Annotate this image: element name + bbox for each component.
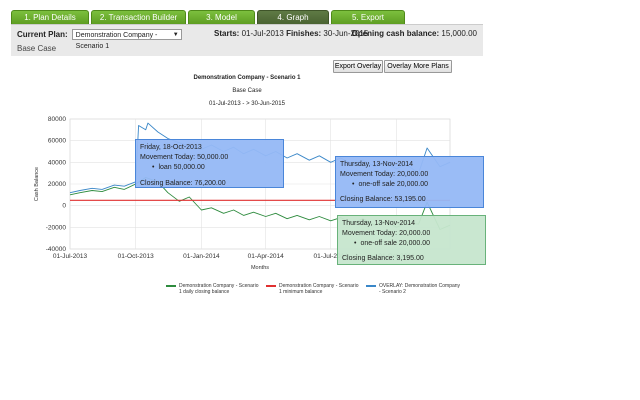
chart-title: Demonstration Company - Scenario 1 (193, 75, 301, 81)
chart-subtitle: Base Case (232, 88, 262, 94)
y-tick-label: 60000 (48, 138, 66, 145)
finishes-label: Finishes: (286, 29, 322, 38)
legend-swatch (366, 285, 376, 287)
tooltip-movement: Movement Today: 20,000.00 (340, 171, 429, 178)
opening-balance-label: Opening cash balance: (351, 29, 440, 38)
tooltip-scenario1-nov: Thursday, 13-Nov-2014 Movement Today: 20… (337, 215, 486, 265)
base-case-label: Base Case (17, 44, 57, 53)
tooltip-scenario2-nov: Thursday, 13-Nov-2014 Movement Today: 20… (335, 156, 484, 208)
x-tick-label: 01-Oct-2013 (118, 253, 155, 260)
tab-model[interactable]: 3. Model (188, 10, 255, 25)
x-tick-label: 01-Apr-2014 (248, 253, 285, 260)
legend-item-overlay: OVERLAY: Demonstration Company - Scenari… (366, 283, 460, 295)
chart-date-range: 01-Jul-2013 - > 30-Jun-2015 (209, 101, 285, 107)
tooltip-item: loan 50,000.00 (140, 163, 279, 173)
opening-balance-value: 15,000.00 (441, 29, 477, 38)
chevron-down-icon: ▼ (172, 32, 179, 38)
tooltip-date: Thursday, 13-Nov-2014 (340, 161, 414, 168)
current-plan-select[interactable]: Demonstration Company - Scenario 1 ▼ (71, 29, 182, 50)
legend-line2: 1 daily closing balance (179, 289, 230, 295)
plan-info-bar: Current Plan: Demonstration Company - Sc… (11, 24, 483, 56)
tooltip-item: one-off sale 20,000.00 (342, 239, 481, 249)
current-plan-value: Demonstration Company - Scenario 1 (75, 32, 158, 50)
tooltip-movement: Movement Today: 50,000.00 (140, 154, 229, 161)
tooltip-movement: Movement Today: 20,000.00 (342, 230, 431, 237)
y-tick-label: -40000 (46, 246, 67, 253)
y-tick-label: 20000 (48, 181, 66, 188)
plan-dates: Starts: 01-Jul-2013 Finishes: 30-Jun-201… (214, 29, 368, 38)
legend-item-closing-balance: Demonstration Company - Scenario 1 daily… (166, 283, 258, 295)
legend-label: OVERLAY: Demonstration Company - Scenari… (366, 283, 460, 295)
starts-label: Starts: (214, 29, 240, 38)
y-tick-label: -20000 (46, 224, 67, 231)
tooltip-item: one-off sale 20,000.00 (340, 180, 479, 190)
y-tick-label: 80000 (48, 116, 66, 123)
tab-plan-details[interactable]: 1. Plan Details (11, 10, 89, 25)
current-plan-label: Current Plan: (17, 30, 68, 39)
legend-label: Demonstration Company - Scenario 1 minim… (266, 283, 358, 295)
overlay-more-plans-button[interactable]: Overlay More Plans (384, 60, 452, 73)
tab-graph[interactable]: 4. Graph (257, 10, 329, 25)
x-tick-label: 01-Jul-2013 (53, 253, 88, 260)
tooltip-closing: Closing Balance: 3,195.00 (342, 255, 424, 262)
tab-bar: 1. Plan Details 2. Transaction Builder 3… (11, 10, 405, 25)
tab-export[interactable]: 5. Export (331, 10, 405, 25)
export-overlay-button[interactable]: Export Overlay (333, 60, 383, 73)
legend-swatch (266, 285, 276, 287)
y-tick-label: 0 (62, 203, 66, 210)
legend-swatch (166, 285, 176, 287)
legend-line2: 1 minimum balance (279, 289, 323, 295)
x-axis-label: Months (251, 265, 269, 271)
x-tick-label: 01-Jan-2014 (183, 253, 220, 260)
legend-line2: - Scenario 2 (379, 289, 406, 295)
tooltip-closing: Closing Balance: 76,200.00 (140, 180, 226, 187)
tooltip-scenario2-oct: Friday, 18-Oct-2013 Movement Today: 50,0… (135, 139, 284, 188)
tooltip-closing: Closing Balance: 53,195.00 (340, 196, 426, 203)
legend-item-minimum-balance: Demonstration Company - Scenario 1 minim… (266, 283, 358, 295)
opening-balance: Opening cash balance: 15,000.00 (352, 29, 477, 38)
y-tick-label: 40000 (48, 159, 66, 166)
legend-label: Demonstration Company - Scenario 1 daily… (166, 283, 258, 295)
tab-transaction-builder[interactable]: 2. Transaction Builder (91, 10, 186, 25)
tooltip-date: Thursday, 13-Nov-2014 (342, 220, 416, 227)
starts-value: 01-Jul-2013 (241, 29, 284, 38)
cash-balance-chart: -40000 -20000 0 20000 40000 60000 80000 01-Jul-… (34, 116, 451, 271)
tooltip-date: Friday, 18-Oct-2013 (140, 144, 202, 151)
current-plan-row: Current Plan: Demonstration Company - Sc… (17, 29, 182, 50)
y-axis-label: Cash Balance (34, 167, 40, 201)
